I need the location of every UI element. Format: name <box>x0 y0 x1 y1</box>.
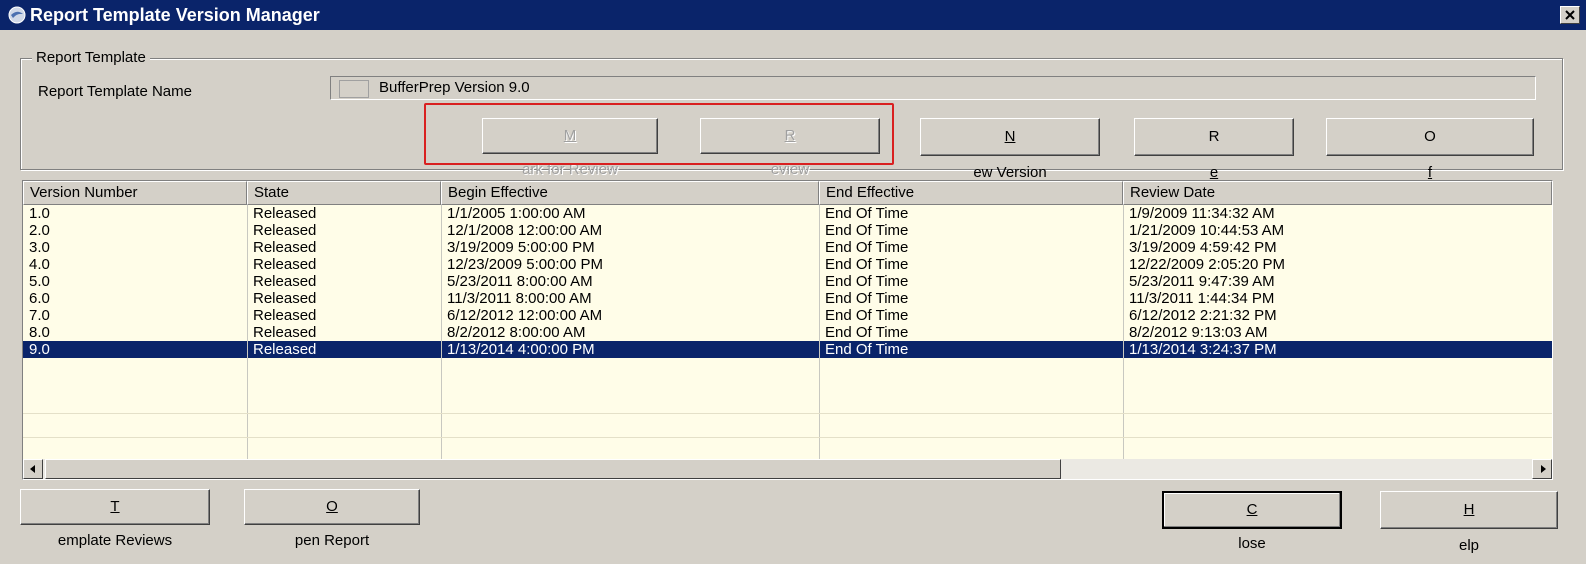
cell-end-effective: End Of Time <box>825 290 909 307</box>
column-divider <box>819 205 820 459</box>
title-bar[interactable]: Report Template Version Manager <box>0 0 1586 30</box>
cell-review-date: 1/9/2009 11:34:32 AM <box>1129 205 1275 222</box>
row-divider <box>23 413 1552 414</box>
table-row[interactable]: 6.0 Released 11/3/2011 8:00:00 AM End Of Ti… <box>23 290 1552 307</box>
offline-button[interactable]: Offline <box>1326 118 1534 217</box>
cell-begin-effective: 8/2/2012 8:00:00 AM <box>447 324 586 341</box>
cell-version-number: 6.0 <box>29 290 50 307</box>
scroll-right-icon[interactable] <box>1532 459 1552 479</box>
cell-version-number: 5.0 <box>29 273 50 290</box>
open-report-button[interactable]: Open Report <box>244 489 420 549</box>
cell-review-date: 6/12/2012 2:21:32 PM <box>1129 307 1277 324</box>
cell-version-number: 4.0 <box>29 256 50 273</box>
cell-review-date: 3/19/2009 4:59:42 PM <box>1129 239 1277 256</box>
cell-begin-effective: 12/23/2009 5:00:00 PM <box>447 256 603 273</box>
versions-table[interactable]: Version Number State Begin Effective End… <box>22 180 1553 480</box>
cell-begin-effective: 5/23/2011 8:00:00 AM <box>447 273 593 290</box>
cell-state: Released <box>253 205 317 222</box>
cell-state: Released <box>253 222 317 239</box>
cell-begin-effective: 1/1/2005 1:00:00 AM <box>447 205 586 222</box>
table-row[interactable]: 8.0 Released 8/2/2012 8:00:00 AM End Of Tim… <box>23 324 1552 341</box>
table-row[interactable]: 4.0 Released 12/23/2009 5:00:00 PM End Of T… <box>23 256 1552 273</box>
table-body: 1.0 Released 1/1/2005 1:00:00 AM End Of Tim… <box>23 205 1552 459</box>
cell-state: Released <box>253 273 317 290</box>
cell-state: Released <box>253 239 317 256</box>
field-inset <box>339 80 369 98</box>
cell-review-date: 12/22/2009 2:05:20 PM <box>1129 256 1285 273</box>
template-reviews-button[interactable]: Template Reviews <box>20 489 210 549</box>
cell-version-number: 8.0 <box>29 324 50 341</box>
version-manager-window: Report Template Version Manager Report T… <box>0 0 1586 554</box>
cell-review-date: 11/3/2011 1:44:34 PM <box>1129 290 1275 307</box>
cell-review-date: 8/2/2012 9:13:03 AM <box>1129 324 1268 341</box>
retire-button[interactable]: Retire <box>1134 118 1294 217</box>
column-header-end-effective[interactable]: End Effective <box>819 181 1123 205</box>
cell-begin-effective: 3/19/2009 5:00:00 PM <box>447 239 595 256</box>
table-header: Version Number State Begin Effective End… <box>23 181 1552 205</box>
group-legend: Report Template <box>32 48 150 68</box>
table-row[interactable]: 7.0 Released 6/12/2012 12:00:00 AM End Of T… <box>23 307 1552 324</box>
scroll-left-icon[interactable] <box>23 459 43 479</box>
cell-end-effective: End Of Time <box>825 273 909 290</box>
cell-version-number: 1.0 <box>29 205 50 222</box>
cell-end-effective: End Of Time <box>825 222 909 239</box>
cell-end-effective: End Of Time <box>825 341 909 358</box>
help-button[interactable]: Help <box>1380 491 1558 554</box>
close-button[interactable]: Close <box>1162 491 1342 552</box>
column-divider <box>441 205 442 459</box>
cell-state: Released <box>253 290 317 307</box>
cell-state: Released <box>253 324 317 341</box>
cell-state: Released <box>253 307 317 324</box>
cell-state: Released <box>253 341 317 358</box>
cell-begin-effective: 12/1/2008 12:00:00 AM <box>447 222 603 239</box>
table-row[interactable]: 1.0 Released 1/1/2005 1:00:00 AM End Of Tim… <box>23 205 1552 222</box>
horizontal-scrollbar[interactable] <box>23 459 1552 479</box>
column-header-review-date[interactable]: Review Date <box>1123 181 1552 205</box>
column-header-begin-effective[interactable]: Begin Effective <box>441 181 819 205</box>
table-row[interactable]: 5.0 Released 5/23/2011 8:00:00 AM End Of Ti… <box>23 273 1552 290</box>
template-name-label: Report Template Name <box>38 83 192 100</box>
row-divider <box>23 437 1552 438</box>
column-header-state[interactable]: State <box>247 181 441 205</box>
template-name-value: BufferPrep Version 9.0 <box>379 79 530 96</box>
cell-end-effective: End Of Time <box>825 239 909 256</box>
cell-begin-effective: 6/12/2012 12:00:00 AM <box>447 307 603 324</box>
cell-state: Released <box>253 256 317 273</box>
cell-end-effective: End Of Time <box>825 205 909 222</box>
scrollbar-thumb[interactable] <box>45 459 1061 479</box>
cell-end-effective: End Of Time <box>825 324 909 341</box>
cell-end-effective: End Of Time <box>825 307 909 324</box>
close-icon[interactable] <box>1560 6 1580 24</box>
cell-begin-effective: 11/3/2011 8:00:00 AM <box>447 290 592 307</box>
cell-version-number: 3.0 <box>29 239 50 256</box>
column-divider <box>1123 205 1124 459</box>
app-icon <box>8 6 26 24</box>
cell-begin-effective: 1/13/2014 4:00:00 PM <box>447 341 595 358</box>
cell-review-date: 5/23/2011 9:47:39 AM <box>1129 273 1275 290</box>
column-divider <box>247 205 248 459</box>
cell-version-number: 9.0 <box>29 341 50 358</box>
cell-end-effective: End Of Time <box>825 256 909 273</box>
table-row[interactable]: 3.0 Released 3/19/2009 5:00:00 PM End Of Ti… <box>23 239 1552 256</box>
window-title: Report Template Version Manager <box>30 5 320 25</box>
cell-review-date: 1/21/2009 10:44:53 AM <box>1129 222 1285 239</box>
new-version-button[interactable]: New Version <box>920 118 1100 181</box>
highlight-box <box>424 103 894 165</box>
cell-version-number: 2.0 <box>29 222 50 239</box>
cell-version-number: 7.0 <box>29 307 50 324</box>
column-header-version-number[interactable]: Version Number <box>23 181 247 205</box>
table-row[interactable]: 9.0 Released 1/13/2014 4:00:00 PM End Of Ti… <box>23 341 1552 358</box>
cell-review-date: 1/13/2014 3:24:37 PM <box>1129 341 1277 358</box>
table-row[interactable]: 2.0 Released 12/1/2008 12:00:00 AM End Of T… <box>23 222 1552 239</box>
template-name-field: BufferPrep Version 9.0 <box>330 76 1536 100</box>
